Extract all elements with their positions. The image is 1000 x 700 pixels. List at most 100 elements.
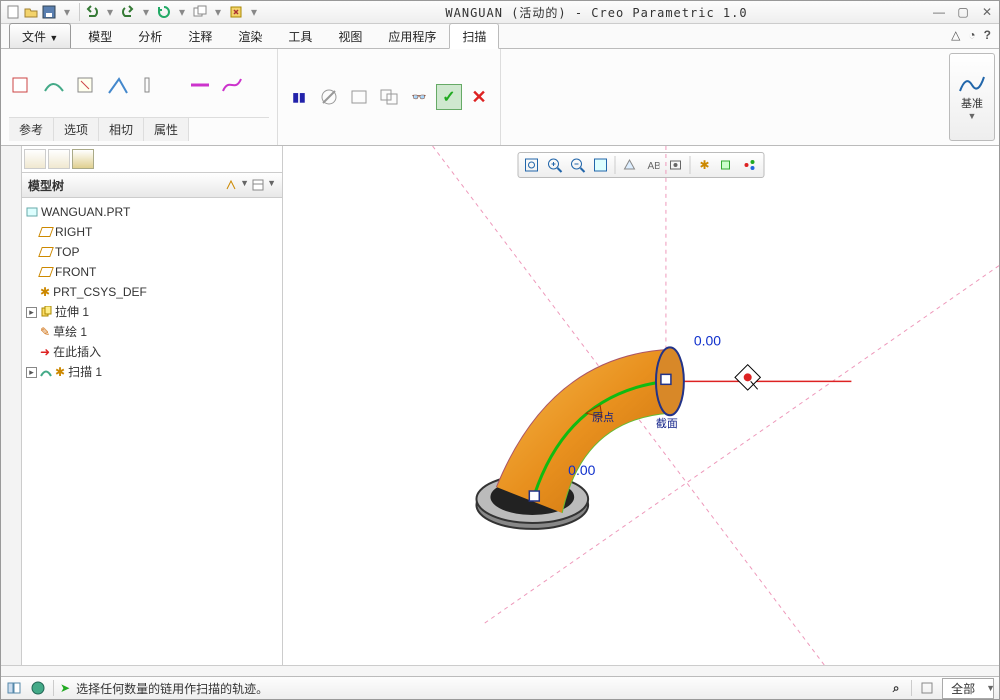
- ribbon: 参考 选项 相切 属性 ▮▮ 👓 ✓ ✕ 基准 ▼: [1, 49, 999, 146]
- sub-tab-options[interactable]: 选项: [54, 118, 99, 141]
- tab-render[interactable]: 渲染: [225, 23, 275, 48]
- chevron-down-icon[interactable]: ▼: [986, 683, 995, 693]
- resource-center-icon[interactable]: ◔: [968, 28, 975, 42]
- no-preview-icon[interactable]: [316, 84, 342, 110]
- tree-datum-right[interactable]: RIGHT: [26, 222, 278, 242]
- insert-arrow-icon: ➜: [40, 343, 50, 361]
- tree-item-label: PRT_CSYS_DEF: [53, 283, 147, 301]
- tree-tab-favorites[interactable]: [72, 149, 94, 169]
- tree-extrude[interactable]: ▸拉伸 1: [26, 302, 278, 322]
- tree-csys[interactable]: ✱PRT_CSYS_DEF: [26, 282, 278, 302]
- glasses-preview-icon[interactable]: 👓: [406, 84, 432, 110]
- extrude-icon: [40, 306, 52, 318]
- unattached-preview-icon[interactable]: [376, 84, 402, 110]
- status-bar: ➤ 选择任何数量的链用作扫描的轨迹。 ⌕ 全部 ▼: [1, 676, 999, 699]
- model-tree-panel: 模型树 ▼ ▼ WANGUAN.PRT RIGHT TOP FRONT ✱PRT…: [22, 146, 283, 665]
- selection-filter-label: 全部: [951, 682, 975, 696]
- browser-toggle-icon[interactable]: [29, 679, 47, 697]
- tab-sweep[interactable]: 扫描: [449, 23, 499, 49]
- close-window-icon[interactable]: [228, 4, 244, 20]
- chevron-down-icon[interactable]: ▼: [240, 178, 249, 192]
- chevron-down-icon[interactable]: ▾: [210, 4, 226, 20]
- solid-sweep-icon[interactable]: [9, 72, 35, 98]
- dim-label-2: 0.00: [568, 462, 595, 478]
- tree-datum-front[interactable]: FRONT: [26, 262, 278, 282]
- windows-icon[interactable]: [192, 4, 208, 20]
- attached-preview-icon[interactable]: [346, 84, 372, 110]
- datum-curve-icon: [958, 73, 986, 95]
- thin-icon[interactable]: [137, 72, 163, 98]
- expand-icon[interactable]: ▸: [26, 307, 37, 318]
- tree-tab-strip: [22, 146, 282, 173]
- close-icon[interactable]: ✕: [979, 5, 995, 19]
- tab-model[interactable]: 模型: [75, 23, 125, 48]
- tab-analysis[interactable]: 分析: [125, 23, 175, 48]
- window-controls: — ▢ ✕: [931, 5, 995, 19]
- redo-icon[interactable]: [120, 4, 136, 20]
- open-icon[interactable]: [23, 4, 39, 20]
- tree-sketch[interactable]: ✎草绘 1: [26, 322, 278, 342]
- chevron-down-icon: ▼: [49, 33, 58, 43]
- collapse-ribbon-icon[interactable]: △: [951, 28, 960, 42]
- tree-item-label: 在此插入: [53, 343, 101, 361]
- apply-icon[interactable]: ✓: [436, 84, 462, 110]
- chevron-down-icon[interactable]: ▾: [138, 4, 154, 20]
- tree-item-label: 草绘 1: [53, 323, 87, 341]
- cancel-icon[interactable]: ✕: [466, 84, 492, 110]
- help-icon[interactable]: ?: [984, 28, 991, 42]
- tree-tab-folder[interactable]: [48, 149, 70, 169]
- separator: [911, 680, 912, 696]
- chevron-down-icon[interactable]: ▾: [59, 4, 75, 20]
- chevron-down-icon[interactable]: ▼: [267, 178, 276, 192]
- pause-icon[interactable]: ▮▮: [286, 84, 312, 110]
- tree-root[interactable]: WANGUAN.PRT: [26, 202, 278, 222]
- regenerate-icon[interactable]: [156, 4, 172, 20]
- maximize-icon[interactable]: ▢: [955, 5, 971, 19]
- sub-tab-references[interactable]: 参考: [9, 118, 54, 141]
- separator: [53, 680, 54, 696]
- minimize-icon[interactable]: —: [931, 5, 947, 19]
- chevron-down-icon[interactable]: ▾: [102, 4, 118, 20]
- datum-plane-icon: [38, 247, 54, 257]
- tree-settings-icon[interactable]: [224, 178, 238, 192]
- expand-icon[interactable]: ▸: [26, 367, 37, 378]
- tab-applications[interactable]: 应用程序: [375, 23, 449, 48]
- tab-view[interactable]: 视图: [325, 23, 375, 48]
- sketch-section-icon[interactable]: [73, 72, 99, 98]
- tree-insert-here[interactable]: ➜在此插入: [26, 342, 278, 362]
- sub-tab-tangency[interactable]: 相切: [99, 118, 144, 141]
- save-icon[interactable]: [41, 4, 57, 20]
- tree-title: 模型树: [28, 177, 64, 194]
- tree-toggle-icon[interactable]: [5, 679, 23, 697]
- csys-icon: ✱: [40, 283, 50, 301]
- datum-label: 基准: [961, 95, 983, 111]
- tree-datum-top[interactable]: TOP: [26, 242, 278, 262]
- tab-file[interactable]: 文件 ▼: [9, 23, 71, 48]
- tree-show-icon[interactable]: [251, 178, 265, 192]
- find-icon[interactable]: ⌕: [887, 679, 905, 697]
- canvas[interactable]: 0.00 0.00 原点 截面: [283, 146, 999, 665]
- tab-annotate[interactable]: 注释: [175, 23, 225, 48]
- tab-tools[interactable]: 工具: [275, 23, 325, 48]
- title-bar: ▾ ▾ ▾ ▾ ▾ ▾ WANGUAN (活动的) - Creo Paramet…: [1, 1, 999, 24]
- navigator-column[interactable]: [1, 146, 22, 665]
- constant-section-icon[interactable]: [187, 72, 213, 98]
- tree-sweep[interactable]: ▸✱扫描 1: [26, 362, 278, 382]
- ribbon-group-controls: ▮▮ 👓 ✓ ✕: [278, 49, 501, 145]
- tree-tab-model[interactable]: [24, 149, 46, 169]
- viewport[interactable]: AB ✱: [283, 146, 999, 665]
- undo-icon[interactable]: [84, 4, 100, 20]
- surface-sweep-icon[interactable]: [41, 72, 67, 98]
- sub-tab-properties[interactable]: 属性: [144, 118, 189, 141]
- chevron-down-icon[interactable]: ▾: [174, 4, 190, 20]
- selection-buffer-icon[interactable]: [918, 679, 936, 697]
- ribbon-tabs: 文件 ▼ 模型 分析 注释 渲染 工具 视图 应用程序 扫描 △ ◔ ?: [1, 24, 999, 49]
- chevron-down-icon[interactable]: ▾: [246, 4, 262, 20]
- datum-panel[interactable]: 基准 ▼: [949, 53, 995, 141]
- datum-plane-icon: [38, 227, 54, 237]
- sweep-feature-icon: [40, 366, 52, 378]
- sash[interactable]: [1, 665, 999, 676]
- new-icon[interactable]: [5, 4, 21, 20]
- remove-material-icon[interactable]: [105, 72, 131, 98]
- variable-section-icon[interactable]: [219, 72, 245, 98]
